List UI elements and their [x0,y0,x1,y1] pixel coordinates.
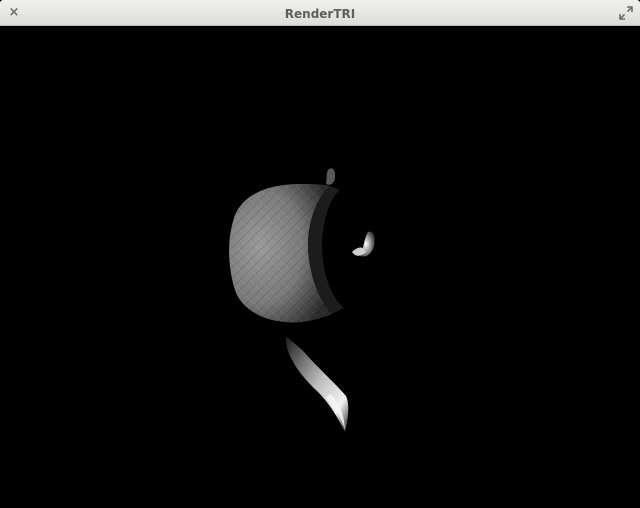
render-canvas[interactable] [0,26,640,508]
window-title: RenderTRI [284,7,356,21]
app-window: × RenderTRI [0,0,640,508]
teapot-spout [285,336,349,432]
rendered-teapot [229,168,375,432]
maximize-icon[interactable] [619,6,633,20]
title-bar[interactable]: × RenderTRI [0,0,640,26]
